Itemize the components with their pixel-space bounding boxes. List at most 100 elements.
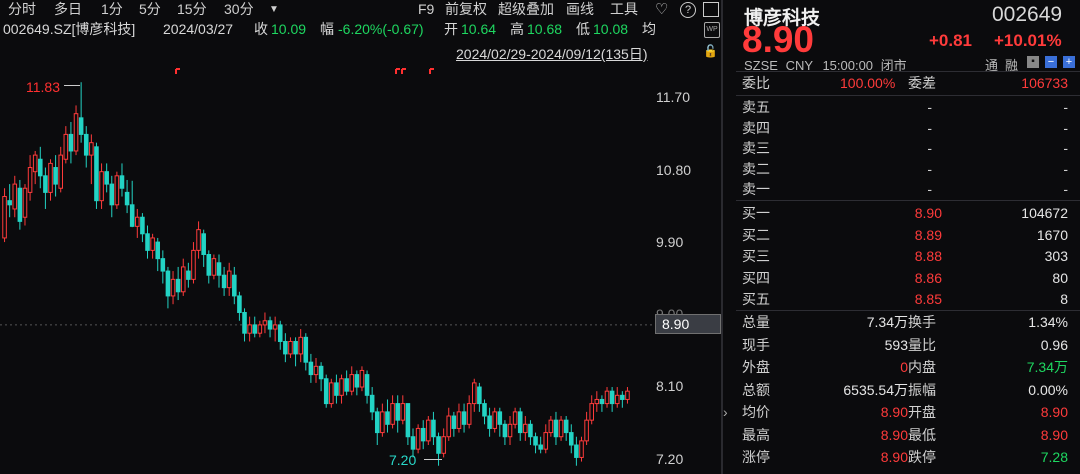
candle[interactable] (191, 242, 196, 284)
candle[interactable] (374, 407, 380, 446)
candle[interactable] (385, 399, 390, 433)
overlay-button[interactable]: 超级叠加 (498, 0, 554, 19)
buy-level-row[interactable]: 买一 8.90 104672 (736, 203, 1080, 224)
buy-level-row[interactable]: 买四 8.86 80 (736, 268, 1080, 289)
candle[interactable] (512, 407, 518, 429)
adjust-button[interactable]: 前复权 (445, 0, 487, 19)
heart-icon[interactable]: ♡ (655, 0, 668, 19)
chevron-right-icon[interactable]: › (723, 404, 728, 420)
candle[interactable] (507, 416, 513, 446)
candle[interactable] (226, 262, 232, 296)
candle[interactable] (27, 155, 33, 201)
candle[interactable] (446, 407, 452, 441)
candle[interactable] (129, 180, 135, 228)
tab-1min[interactable]: 1分 (101, 0, 123, 19)
candle[interactable] (165, 266, 171, 309)
candle[interactable] (466, 395, 472, 429)
candle[interactable] (609, 387, 615, 412)
stat-row[interactable]: 现手 593 量比 0.96 (736, 335, 1080, 356)
candle[interactable] (160, 250, 166, 284)
panel-divider[interactable] (721, 0, 723, 474)
tab-15min[interactable]: 15分 (177, 0, 207, 19)
candle[interactable] (477, 382, 482, 412)
candle[interactable] (283, 333, 288, 363)
candle[interactable] (12, 175, 18, 218)
candle[interactable] (58, 146, 64, 193)
candle[interactable] (431, 411, 436, 446)
candle[interactable] (119, 163, 125, 197)
candle[interactable] (471, 378, 477, 412)
candle[interactable] (517, 407, 523, 441)
candle[interactable] (456, 403, 462, 433)
candle[interactable] (221, 266, 227, 296)
candle[interactable] (405, 403, 411, 446)
buy-level-row[interactable]: 买二 8.89 1670 (736, 225, 1080, 246)
candle[interactable] (32, 150, 38, 185)
candle[interactable] (604, 387, 610, 408)
minus-icon[interactable]: − (1045, 56, 1057, 68)
candle[interactable] (558, 416, 564, 441)
stat-row[interactable]: 最高 8.90 最低 8.90 (736, 425, 1080, 446)
sell-level-row[interactable]: 卖一 - - (736, 179, 1080, 200)
lock-icon[interactable]: 🔓 (703, 44, 718, 58)
candle[interactable] (83, 126, 89, 168)
candle[interactable] (451, 411, 457, 437)
wp-icon[interactable]: WP (704, 22, 720, 38)
candle[interactable] (339, 374, 344, 404)
event-marker[interactable] (401, 68, 406, 74)
candle[interactable] (48, 159, 53, 201)
candle[interactable] (43, 167, 48, 209)
candle[interactable] (574, 436, 579, 466)
candle[interactable] (364, 370, 370, 404)
candle[interactable] (140, 213, 145, 243)
candle[interactable] (89, 134, 94, 185)
event-marker[interactable] (395, 68, 400, 74)
candle[interactable] (329, 378, 334, 408)
candle[interactable] (441, 428, 446, 458)
candle[interactable] (288, 337, 293, 359)
candle[interactable] (303, 333, 309, 371)
date-range[interactable]: 2024/02/29-2024/09/12(135日) (456, 44, 647, 64)
candle[interactable] (109, 175, 115, 218)
stat-row[interactable]: 总量 7.34万 换手 1.34% (736, 312, 1080, 333)
tab-5min[interactable]: 5分 (139, 0, 161, 19)
candle[interactable] (620, 391, 625, 408)
candle[interactable] (415, 424, 421, 454)
sell-level-row[interactable]: 卖二 - - (736, 159, 1080, 180)
candle[interactable] (175, 266, 181, 301)
stat-row[interactable]: 涨停 8.90 跌停 7.28 (736, 447, 1080, 468)
help-icon[interactable]: ? (680, 2, 696, 18)
candle[interactable] (395, 395, 400, 433)
candle[interactable] (232, 266, 237, 305)
candle[interactable] (155, 237, 161, 272)
tools-button[interactable]: 工具 (610, 0, 638, 19)
candlestick-chart[interactable] (0, 64, 721, 474)
candle[interactable] (323, 374, 329, 408)
candle[interactable] (99, 163, 104, 209)
candle[interactable] (553, 411, 559, 446)
candle[interactable] (308, 353, 314, 383)
window-icon[interactable] (703, 2, 719, 17)
candle[interactable] (7, 184, 12, 218)
stat-row[interactable]: 总额 6535.54万 振幅 0.00% (736, 380, 1080, 401)
candle[interactable] (277, 320, 283, 350)
candle[interactable] (487, 407, 492, 437)
tab-30min[interactable]: 30分 (224, 0, 254, 19)
candle[interactable] (211, 254, 217, 280)
candle[interactable] (492, 407, 497, 433)
candle[interactable] (625, 387, 630, 404)
candle[interactable] (272, 316, 278, 342)
candle[interactable] (548, 416, 554, 437)
candle[interactable] (359, 366, 365, 392)
candle[interactable] (349, 366, 355, 396)
event-marker[interactable] (175, 68, 180, 74)
candle[interactable] (38, 146, 43, 189)
candle[interactable] (318, 362, 324, 392)
candle[interactable] (344, 370, 349, 396)
candle[interactable] (426, 416, 431, 446)
candle[interactable] (262, 312, 268, 334)
candle[interactable] (73, 105, 79, 156)
candle[interactable] (390, 395, 395, 429)
candle[interactable] (482, 399, 487, 425)
candle[interactable] (150, 233, 155, 259)
